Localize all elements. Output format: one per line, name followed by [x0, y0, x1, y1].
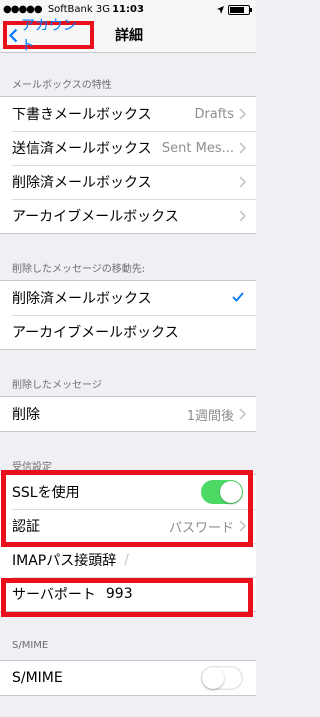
- imap-path-prefix-row[interactable]: IMAPパス接頭辞 /: [0, 543, 256, 577]
- move-to-deleted-option[interactable]: 削除済メールボックス: [0, 281, 256, 315]
- section-header-deleted-messages: 削除したメッセージ: [12, 380, 102, 391]
- smime-group: S/MIME: [0, 660, 256, 696]
- mailbox-group: 下書きメールボックス Drafts 送信済メールボックス Sent Mes...…: [0, 96, 256, 234]
- section-header-incoming: 受信設定: [12, 462, 52, 473]
- navigation-bar: アカウント 詳細: [0, 18, 256, 54]
- chevron-left-icon: [9, 28, 18, 42]
- row-label: SSLを使用: [12, 485, 80, 501]
- delete-after-row[interactable]: 削除 1週間後: [0, 397, 256, 431]
- page-title: 詳細: [115, 28, 143, 44]
- section-header-smime: S/MIME: [12, 640, 49, 651]
- row-label: 削除済メールボックス: [12, 291, 152, 307]
- row-label: サーバポート: [12, 587, 96, 603]
- row-label: S/MIME: [12, 670, 63, 686]
- ssl-toggle[interactable]: [201, 480, 243, 504]
- server-port-row[interactable]: サーバポート 993: [0, 577, 256, 611]
- authentication-row[interactable]: 認証 パスワード: [0, 509, 256, 543]
- server-port-field[interactable]: 993: [106, 586, 133, 602]
- battery-icon: [228, 5, 252, 15]
- section-header-mailbox: メールボックスの特性: [12, 80, 112, 91]
- row-label: 送信済メールボックス: [12, 141, 152, 157]
- row-label: 削除済メールボックス: [12, 175, 152, 191]
- chevron-right-icon: [239, 520, 246, 532]
- toggle-knob: [220, 481, 242, 503]
- chevron-right-icon: [239, 108, 246, 120]
- move-deleted-group: 削除済メールボックス アーカイブメールボックス: [0, 280, 256, 350]
- chevron-right-icon: [239, 176, 246, 188]
- row-label: 認証: [12, 519, 40, 535]
- chevron-right-icon: [239, 210, 246, 222]
- toggle-knob: [202, 667, 224, 689]
- drafts-mailbox-row[interactable]: 下書きメールボックス Drafts: [0, 97, 256, 131]
- deleted-mailbox-row[interactable]: 削除済メールボックス: [0, 165, 256, 199]
- row-value: パスワード: [168, 520, 234, 536]
- section-header-move-deleted: 削除したメッセージの移動先:: [12, 264, 146, 275]
- status-right: [217, 0, 252, 20]
- back-button-label: アカウント: [20, 18, 77, 54]
- move-to-archive-option[interactable]: アーカイブメールボックス: [0, 315, 256, 349]
- row-label: IMAPパス接頭辞: [12, 553, 117, 569]
- row-label: 下書きメールボックス: [12, 107, 152, 123]
- row-label: アーカイブメールボックス: [12, 325, 179, 341]
- row-label: アーカイブメールボックス: [12, 209, 179, 225]
- row-label: 削除: [12, 407, 40, 423]
- checkmark-icon: [232, 292, 244, 302]
- use-ssl-row: SSLを使用: [0, 475, 256, 509]
- sent-mailbox-row[interactable]: 送信済メールボックス Sent Mes...: [0, 131, 256, 165]
- back-button[interactable]: アカウント: [3, 18, 94, 54]
- smime-toggle[interactable]: [201, 666, 243, 690]
- chevron-right-icon: [239, 408, 246, 420]
- archive-mailbox-row[interactable]: アーカイブメールボックス: [0, 199, 256, 233]
- location-icon: [217, 6, 224, 14]
- incoming-settings-group: SSLを使用 認証 パスワード IMAPパス接頭辞 / サーバポート 993: [0, 474, 256, 612]
- row-value: Drafts: [194, 106, 234, 122]
- chevron-right-icon: [239, 142, 246, 154]
- smime-row: S/MIME: [0, 661, 256, 695]
- imap-prefix-value[interactable]: /: [124, 552, 129, 568]
- deleted-messages-group: 削除 1週間後: [0, 396, 256, 432]
- row-value: Sent Mes...: [161, 140, 234, 156]
- row-value: 1週間後: [186, 408, 234, 424]
